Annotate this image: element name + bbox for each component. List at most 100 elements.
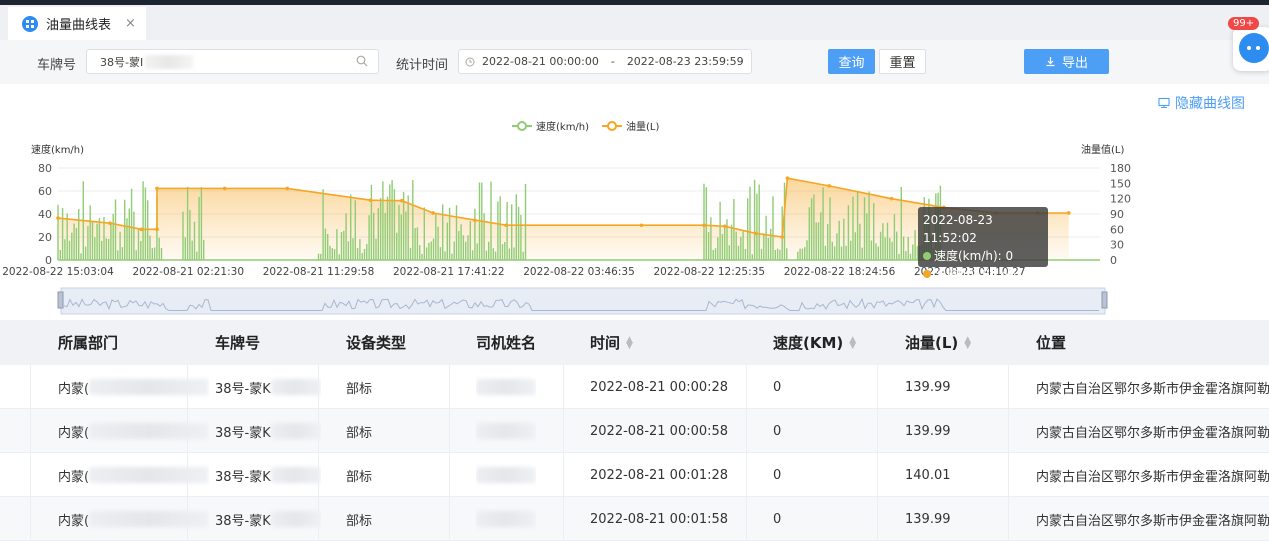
cell-time-text: 2022-08-21 00:01:28 — [590, 467, 729, 483]
plate-label: 车牌号 — [37, 58, 77, 73]
column-divider — [877, 409, 878, 453]
sort-icon[interactable]: ▲ ▼ — [626, 335, 634, 350]
column-divider — [449, 365, 450, 409]
cell-driver — [476, 453, 536, 497]
cell-device-text: 部标 — [346, 381, 373, 397]
fuel-point — [155, 186, 159, 191]
x-tick-label: 2022-08-21 02:21:30 — [132, 266, 244, 278]
chart-legend[interactable]: 速度(km/h) 油量(L) — [512, 120, 659, 133]
redacted-text — [270, 423, 321, 439]
x-tick-label: 2022-08-22 15:03:04 — [2, 266, 114, 278]
plate-input[interactable]: 38号-蒙I — [86, 49, 379, 74]
reset-button[interactable]: 重置 — [879, 49, 926, 74]
fuel-point — [56, 216, 60, 220]
col-header-plate: 车牌号 — [215, 320, 260, 365]
zoom-handle-left[interactable] — [57, 291, 64, 309]
cell-speed-text: 0 — [773, 467, 782, 483]
col-header-location: 位置 — [1036, 320, 1066, 365]
cell-dept-text: 内蒙( — [58, 513, 90, 529]
y-left-tick-label: 80 — [38, 162, 52, 175]
cell-device-text: 部标 — [346, 469, 373, 485]
date-range-input[interactable]: 2022-08-21 00:00:00 - 2022-08-23 23:59:5… — [458, 49, 752, 74]
close-icon[interactable]: × — [125, 16, 136, 31]
cell-plate: 38号-蒙K — [215, 409, 321, 453]
cell-fuel: 139.99 — [905, 409, 951, 453]
redacted-text — [270, 511, 321, 527]
legend-fuel[interactable]: 油量(L) — [626, 120, 659, 133]
x-tick-label: 2022-08-21 11:29:58 — [263, 266, 375, 278]
cell-time-text: 2022-08-21 00:01:58 — [590, 511, 729, 527]
cell-speed-text: 0 — [773, 379, 782, 395]
chart-toggle-icon — [1158, 97, 1170, 109]
col-header-speed[interactable]: 速度(KM) ▲ ▼ — [773, 320, 857, 365]
y-right-tick-label: 150 — [1110, 177, 1131, 190]
cell-time: 2022-08-21 00:00:58 — [590, 409, 728, 453]
column-divider — [877, 453, 878, 497]
date-start: 2022-08-21 00:00:00 — [482, 55, 599, 68]
col-header-device: 设备类型 — [346, 320, 406, 365]
column-divider — [30, 453, 31, 497]
y-right-ticks: 180 150 120 90 60 30 0 — [1110, 162, 1131, 267]
y-left-ticks: 806040200 — [38, 162, 52, 267]
table-row[interactable]: 内蒙(38号-蒙K 部标 2022-08-21 00:00:58 0 139.99 内蒙古… — [0, 409, 1269, 453]
sort-icon[interactable]: ▲ ▼ — [964, 335, 972, 350]
fuel-point — [780, 235, 784, 239]
col-header-driver-label: 司机姓名 — [476, 334, 537, 352]
y-right-tick-label: 60 — [1110, 223, 1124, 236]
query-button[interactable]: 查询 — [828, 49, 875, 74]
y-right-tick-label: 0 — [1110, 254, 1117, 267]
cell-speed: 0 — [773, 453, 781, 497]
chart-tooltip: 2022-08-23 11:52:02 速度(km/h): 0 油量(L): 9… — [918, 207, 1048, 281]
col-header-dept-label: 所属部门 — [58, 334, 119, 352]
cell-fuel: 140.01 — [905, 453, 951, 497]
fuel-speed-chart[interactable]: 速度(km/h) 油量(L) 速度(km/h) 油量值(L) 80 60 40 20 0… — [0, 110, 1269, 320]
x-tick-label: 2022-08-22 12:25:35 — [653, 266, 765, 278]
date-end: 2022-08-23 23:59:59 — [626, 55, 744, 68]
chat-icon — [1239, 33, 1269, 63]
zoom-slider[interactable] — [57, 287, 1108, 315]
cell-dept: 内蒙( — [58, 365, 210, 409]
y-left-tick-label: 20 — [38, 231, 52, 244]
sort-icon[interactable]: ▲ ▼ — [849, 335, 857, 350]
column-divider — [563, 409, 564, 453]
y-left-tick-label: 40 — [38, 208, 52, 221]
cell-location-text: 内蒙古自治区鄂尔多斯市伊金霍洛旗阿勒腾 — [1036, 513, 1269, 529]
search-icon[interactable] — [356, 55, 368, 67]
tooltip-speed-row: 速度(km/h): 0 — [923, 247, 1043, 265]
tab-fuel-curve[interactable]: 油量曲线表 × — [8, 7, 146, 40]
x-tick-label: 2022-08-21 17:41:22 — [393, 266, 505, 278]
col-header-fuel[interactable]: 油量(L) ▲ ▼ — [905, 320, 972, 365]
col-header-time-label: 时间 — [590, 334, 621, 352]
clock-icon — [465, 57, 475, 66]
column-divider — [877, 365, 878, 409]
cell-fuel-text: 139.99 — [905, 511, 951, 527]
table-row[interactable]: 内蒙(38号-蒙K 部标 2022-08-21 00:01:58 0 139.99 内蒙古… — [0, 497, 1269, 541]
redacted-text — [89, 511, 210, 527]
filter-bar: 车牌号 38号-蒙I 统计时间 2022-08-21 00:00:00 - 20… — [0, 40, 1269, 84]
col-header-time[interactable]: 时间 ▲ ▼ — [590, 320, 634, 365]
fuel-point — [431, 211, 435, 215]
column-divider — [563, 497, 564, 541]
table-header: 所属部门 车牌号 设备类型 司机姓名 时间 ▲ ▼ 速度(KM) ▲ ▼ 油量(L) ▲ ▼… — [0, 320, 1269, 365]
cell-plate: 38号-蒙K — [215, 497, 321, 541]
legend-marker-speed — [517, 121, 527, 131]
cell-time: 2022-08-21 00:01:28 — [590, 453, 728, 497]
chat-button[interactable] — [1233, 27, 1269, 71]
fuel-point — [139, 227, 144, 232]
export-button[interactable]: 导出 — [1024, 49, 1109, 74]
table-row[interactable]: 内蒙(38号-蒙K 部标 2022-08-21 00:01:28 0 140.01 内蒙古… — [0, 453, 1269, 497]
column-divider — [563, 453, 564, 497]
table-row[interactable]: 内蒙(38号-蒙K 部标 2022-08-21 00:00:28 0 139.99 内蒙古… — [0, 365, 1269, 409]
cell-speed-text: 0 — [773, 511, 782, 527]
redacted-text — [270, 379, 321, 395]
cell-speed: 0 — [773, 365, 781, 409]
col-header-plate-label: 车牌号 — [215, 334, 261, 352]
legend-speed[interactable]: 速度(km/h) — [536, 120, 589, 133]
grid-app-icon — [22, 15, 38, 32]
tooltip-speed-value: 0 — [1005, 249, 1014, 263]
column-divider — [746, 497, 747, 541]
zoom-handle-right[interactable] — [1101, 291, 1108, 309]
redacted-text — [145, 54, 194, 69]
redacted-text — [89, 379, 210, 395]
cell-location: 内蒙古自治区鄂尔多斯市伊金霍洛旗阿勒腾 — [1036, 365, 1269, 409]
